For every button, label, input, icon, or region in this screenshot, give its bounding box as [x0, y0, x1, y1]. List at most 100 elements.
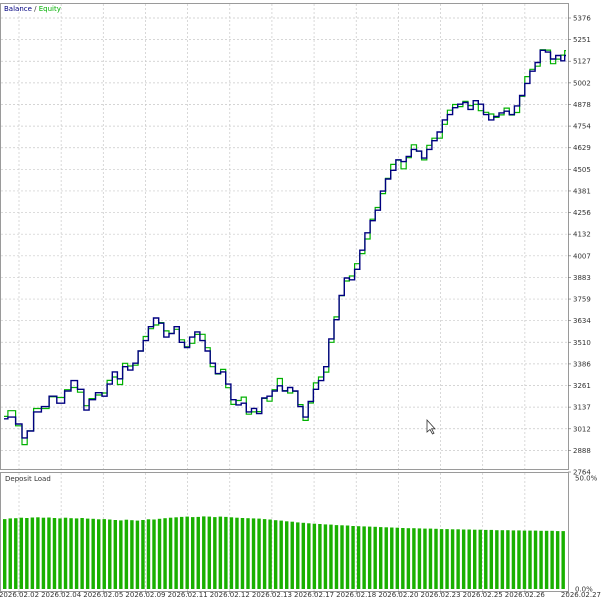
deposit-load-bar — [544, 530, 549, 589]
deposit-load-bar — [362, 526, 366, 589]
deposit-load-bar — [25, 518, 29, 589]
y-tick-label: 4505 — [573, 166, 591, 174]
y-tick-label: 3386 — [573, 360, 591, 368]
deposit-load-bar — [141, 520, 145, 589]
x-tick-label: 2026.02.18 — [336, 591, 376, 599]
deposit-load-bar — [390, 527, 394, 589]
deposit-load-bar — [506, 530, 510, 589]
main-panel-frame — [0, 3, 569, 470]
y-tick-label: 3759 — [573, 296, 591, 304]
y-tick-label: 3261 — [573, 382, 591, 390]
x-tick-label: 2026.02.20 — [378, 591, 418, 599]
deposit-load-bar — [318, 524, 322, 589]
deposit-load-bar — [218, 516, 223, 589]
deposit-load-bar — [345, 525, 350, 589]
deposit-load-bar — [522, 530, 527, 589]
deposit-load-bar — [3, 519, 7, 589]
deposit-load-bar — [379, 527, 383, 589]
deposit-load-bar — [157, 518, 162, 589]
deposit-load-bar — [301, 522, 306, 589]
x-tick-label: 2026.02.11 — [168, 591, 208, 599]
deposit-load-bar — [119, 520, 123, 589]
deposit-load-bar — [179, 516, 184, 589]
deposit-load-bar — [312, 523, 317, 589]
deposit-load-bar — [533, 530, 538, 589]
deposit-load-bar — [257, 518, 261, 589]
deposit-load-bar — [395, 527, 400, 589]
deposit-load-bar — [406, 528, 411, 589]
x-axis: 2026.02.02 2026.02.04 2026.02.05 2026.02.09… — [0, 591, 601, 599]
deposit-load-bar — [80, 518, 84, 589]
deposit-load-bar — [102, 519, 106, 589]
deposit-y-tick-label: 50.0% — [575, 475, 598, 483]
deposit-load-bar — [58, 518, 62, 589]
deposit-load-bar — [473, 529, 477, 589]
deposit-load-bar — [478, 529, 482, 589]
deposit-load-bar — [417, 528, 422, 589]
x-tick-label: 2026.02.26 — [505, 591, 546, 599]
x-tick-label: 2026.02.04 — [41, 591, 82, 599]
deposit-load-bar — [500, 530, 505, 589]
deposit-load-bar — [456, 529, 460, 589]
deposit-load-bar — [329, 524, 333, 589]
deposit-load-bar — [290, 521, 294, 589]
legend-balance: Balance — [4, 5, 32, 13]
deposit-load-bar — [356, 526, 361, 589]
deposit-load-bar — [428, 528, 433, 589]
deposit-load-bar — [340, 525, 344, 589]
deposit-load-bar — [439, 529, 444, 589]
deposit-load-bar — [279, 520, 283, 589]
deposit-load-bar — [246, 518, 250, 589]
deposit-load-bar — [251, 518, 256, 589]
deposit-load-bar — [262, 519, 267, 589]
deposit-load-bar — [307, 523, 311, 589]
deposit-load-bar — [484, 529, 488, 589]
chart-canvas: 5376 5251 5127 5002 4878 4754 4629 4505 4381 4256… — [0, 3, 601, 599]
deposit-load-bar — [196, 516, 200, 589]
deposit-load-bar — [63, 517, 68, 589]
y-tick-label: 3012 — [573, 425, 591, 433]
deposit-load-bar — [85, 518, 90, 589]
deposit-load-bar — [229, 517, 234, 589]
y-tick-label: 3137 — [573, 404, 591, 412]
deposit-load-bar — [19, 517, 24, 589]
y-tick-label: 4256 — [573, 209, 591, 217]
x-tick-label: 2026.02.17 — [294, 591, 334, 599]
deposit-load-bar — [135, 520, 140, 589]
deposit-load-bar — [555, 531, 560, 589]
deposit-load-bar — [450, 529, 455, 589]
deposit-load-bar — [268, 519, 272, 589]
deposit-load-bar — [511, 530, 516, 589]
x-tick-label: 2026.02.12 — [210, 591, 250, 599]
main-y-axis: 5376 5251 5127 5002 4878 4754 4629 4505 4381 4256… — [568, 15, 591, 477]
deposit-load-bar — [36, 517, 40, 589]
deposit-load-bar — [191, 517, 195, 589]
deposit-load-bar — [30, 517, 35, 589]
deposit-load-bar — [273, 520, 278, 589]
deposit-load-bar — [146, 519, 151, 589]
x-tick-label: 2026.02.09 — [125, 591, 165, 599]
deposit-load-bar — [74, 518, 79, 589]
y-tick-label: 4878 — [573, 101, 591, 109]
deposit-load-bar — [41, 517, 46, 589]
deposit-load-bar — [351, 526, 355, 589]
deposit-load-bar — [461, 529, 466, 589]
y-tick-label: 3510 — [573, 339, 591, 347]
deposit-y-axis: 50.0%0.0% — [575, 475, 598, 594]
y-tick-label: 5127 — [573, 58, 591, 66]
y-tick-label: 4132 — [573, 231, 591, 239]
y-tick-label: 4007 — [573, 252, 591, 260]
deposit-load-bar — [152, 519, 156, 589]
deposit-load-bar — [412, 528, 416, 589]
deposit-load-bar — [489, 529, 494, 589]
deposit-load-bar — [113, 520, 118, 589]
deposit-load-bar — [97, 519, 101, 589]
x-tick-label: 2026.02.27 — [561, 591, 601, 599]
legend-equity: Equity — [39, 5, 61, 13]
deposit-load-bar — [124, 519, 129, 589]
deposit-load-bar — [550, 530, 554, 589]
deposit-load-bar — [207, 516, 212, 589]
deposit-load-bar — [445, 529, 449, 589]
x-tick-label: 2026.02.25 — [463, 591, 503, 599]
deposit-load-bar — [528, 530, 532, 589]
